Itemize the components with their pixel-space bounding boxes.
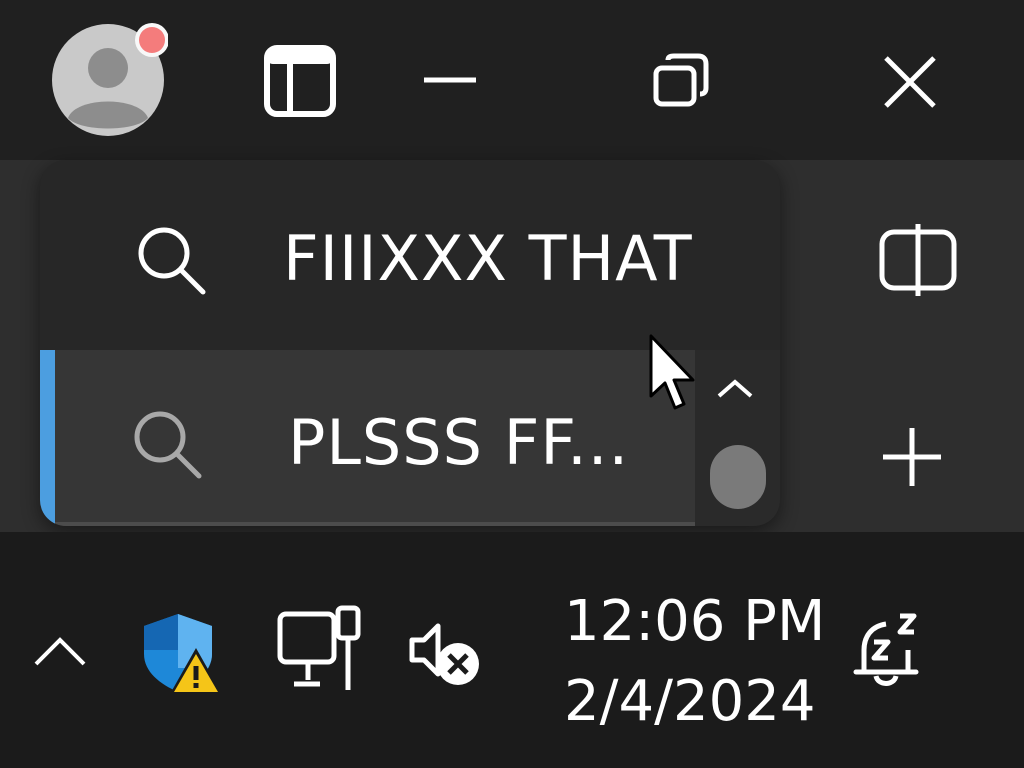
scrollbar[interactable] [695, 350, 780, 526]
notification-dot [139, 27, 165, 53]
search-icon [134, 411, 202, 479]
title-bar [0, 0, 1024, 160]
search-icon [138, 227, 206, 295]
tab-title: PLSSS FF... [288, 406, 630, 479]
clock-time: 12:06 PM [564, 589, 826, 654]
clock-date: 2/4/2024 [564, 669, 816, 734]
user-avatar[interactable] [52, 22, 168, 138]
windows-security-warning-icon[interactable] [140, 610, 224, 696]
active-tab-indicator [40, 350, 55, 526]
tab-item-active[interactable]: PLSSS FF... [40, 350, 695, 526]
taskbar-clock[interactable]: 12:06 PM 2/4/2024 [564, 582, 826, 742]
split-screen-icon[interactable] [878, 222, 958, 298]
minimize-icon[interactable] [424, 72, 476, 88]
show-hidden-icons-chevron[interactable] [32, 634, 88, 668]
tab-title: FIIIXXX THAT [283, 222, 693, 295]
volume-muted-icon[interactable] [408, 618, 486, 690]
restore-icon[interactable] [652, 52, 710, 108]
close-icon[interactable] [884, 56, 936, 108]
scroll-up-chevron-icon[interactable] [715, 376, 755, 402]
mouse-cursor-icon [649, 334, 695, 410]
network-ethernet-icon[interactable] [276, 604, 366, 694]
tab-item[interactable]: FIIIXXX THAT [40, 160, 695, 350]
new-tab-icon[interactable] [881, 426, 943, 488]
sidebar-panel-icon[interactable] [263, 44, 337, 118]
notifications-snooze-icon[interactable] [850, 610, 928, 692]
scrollbar-thumb[interactable] [710, 445, 766, 509]
taskbar: 12:06 PM 2/4/2024 [0, 532, 1024, 768]
